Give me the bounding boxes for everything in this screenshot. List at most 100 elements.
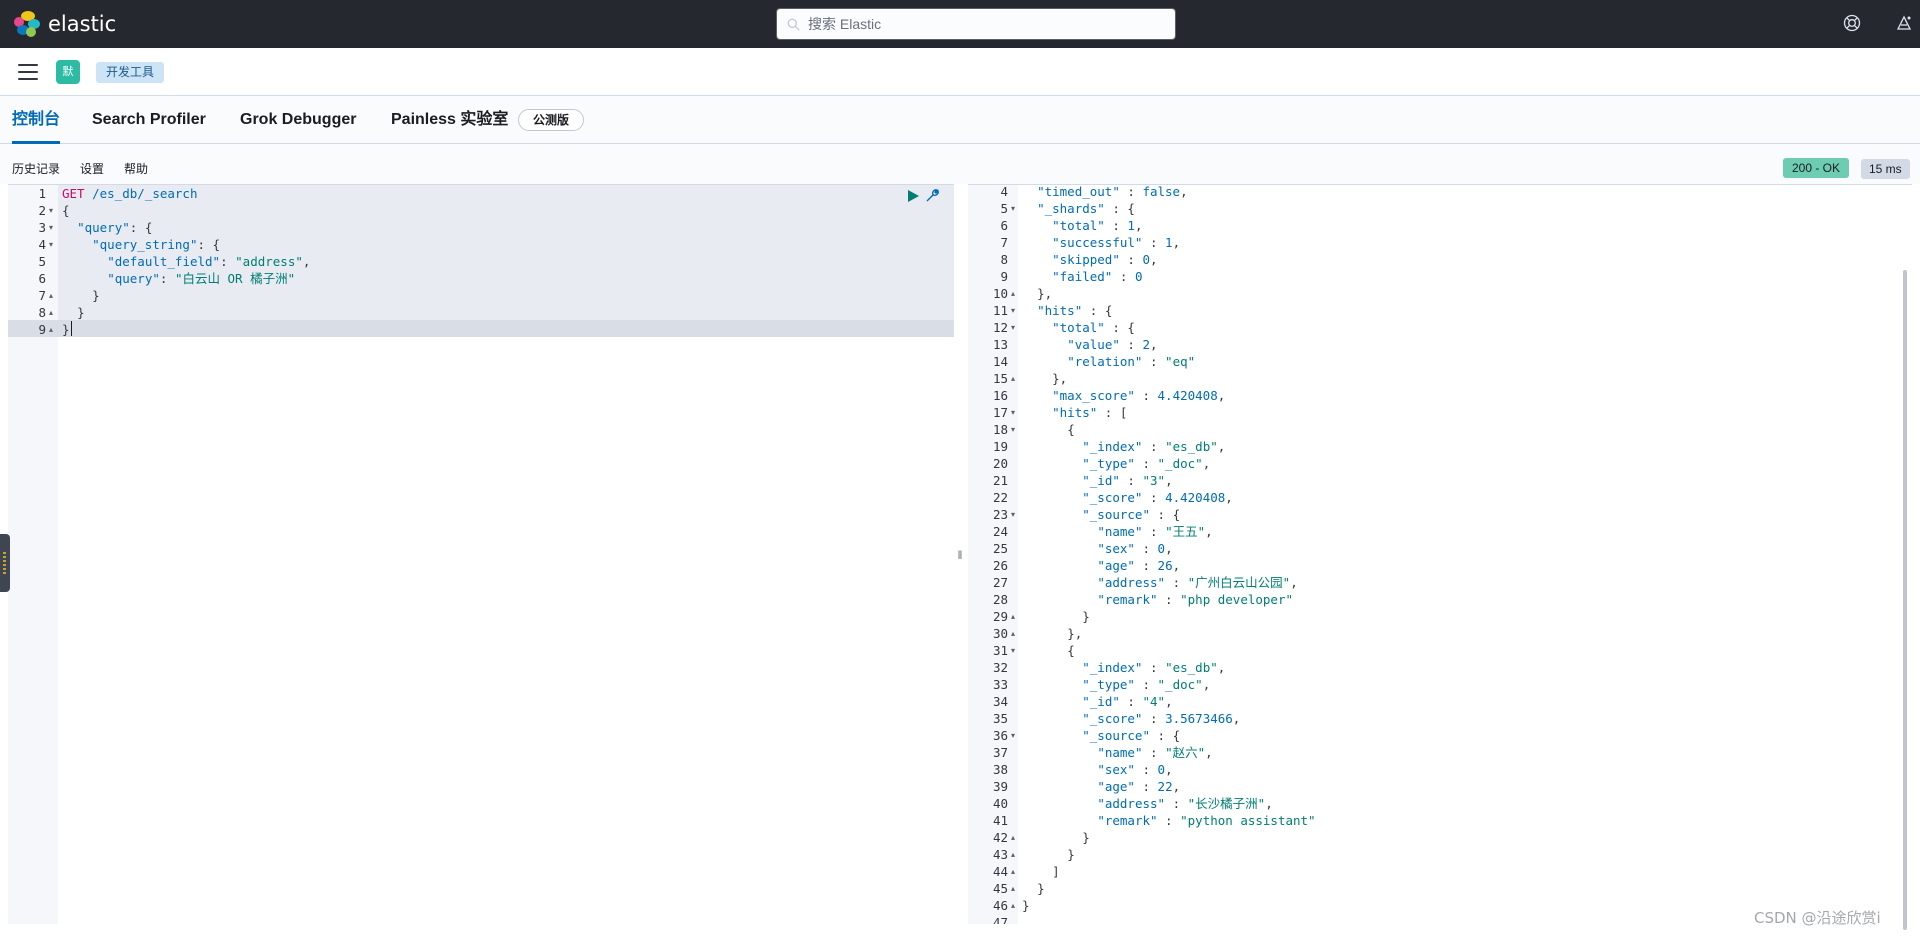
help-link[interactable]: 帮助 — [124, 160, 148, 177]
code-line: "remark" : "python assistant" — [1097, 813, 1316, 828]
tab-grok-debugger[interactable]: Grok Debugger — [240, 96, 356, 144]
line-number: 22 — [992, 490, 1008, 505]
code-line: "address" : "长沙橘子洲", — [1097, 796, 1273, 811]
fold-expand-icon[interactable]: ▴ — [49, 291, 53, 300]
code-line: "_score" : 3.5673466, — [1082, 711, 1241, 726]
code-line: "_id" : "4", — [1082, 694, 1173, 709]
line-number: 3 — [38, 220, 46, 235]
code-line: GET /es_db/_search — [62, 186, 198, 201]
request-actions-wrench-icon[interactable] — [924, 187, 941, 204]
line-number: 38 — [992, 762, 1008, 777]
fold-collapse-icon[interactable]: ▾ — [1011, 204, 1015, 213]
brand-name: elastic — [48, 12, 117, 36]
line-number: 9 — [38, 322, 46, 337]
fold-collapse-icon[interactable]: ▾ — [1011, 425, 1015, 434]
tab-console[interactable]: 控制台 — [12, 96, 61, 144]
code-line: } — [77, 305, 85, 320]
line-number: 36 — [992, 728, 1008, 743]
code-line: "_score" : 4.420408, — [1082, 490, 1233, 505]
code-line: "sex" : 0, — [1097, 762, 1173, 777]
panel-resizer[interactable]: ‖ — [955, 548, 965, 564]
fold-collapse-icon[interactable]: ▾ — [1011, 323, 1015, 332]
tab-painless-lab[interactable]: Painless 实验室 — [391, 96, 508, 144]
code-line: "max_score" : 4.420408, — [1052, 388, 1226, 403]
line-number: 6 — [1000, 218, 1008, 233]
fold-expand-icon[interactable]: ▴ — [1011, 833, 1015, 842]
fold-expand-icon[interactable]: ▴ — [49, 308, 53, 317]
code-line: { — [62, 203, 70, 218]
search-input[interactable] — [808, 16, 1148, 32]
fold-expand-icon[interactable]: ▴ — [1011, 289, 1015, 298]
fold-collapse-icon[interactable]: ▾ — [1011, 306, 1015, 315]
line-number: 29 — [992, 609, 1008, 624]
code-line: { — [1067, 643, 1075, 658]
line-number: 19 — [992, 439, 1008, 454]
fold-expand-icon[interactable]: ▴ — [49, 325, 53, 334]
code-line: "timed_out" : false, — [1037, 184, 1188, 199]
code-line: "skipped" : 0, — [1052, 252, 1158, 267]
request-editor[interactable]: 1 GET /es_db/_search 2 ▾{3 ▾ "query": {4 ▾ "q… — [8, 184, 954, 924]
fold-collapse-icon[interactable]: ▾ — [1011, 510, 1015, 519]
search-icon — [787, 18, 800, 31]
menu-toggle-icon[interactable] — [18, 64, 38, 80]
newsfeed-icon[interactable] — [1895, 14, 1915, 34]
code-line: "_shards" : { — [1037, 201, 1135, 216]
line-number: 32 — [992, 660, 1008, 675]
response-scrollbar[interactable] — [1903, 270, 1907, 930]
code-line: "_id" : "3", — [1082, 473, 1173, 488]
fold-expand-icon[interactable]: ▴ — [1011, 867, 1015, 876]
code-line: "name" : "王五", — [1097, 524, 1213, 539]
fold-collapse-icon[interactable]: ▾ — [49, 206, 53, 215]
line-number: 10 — [992, 286, 1008, 301]
fold-collapse-icon[interactable]: ▾ — [49, 240, 53, 249]
code-line: "hits" : [ — [1052, 405, 1128, 420]
code-line: } — [1082, 830, 1090, 845]
line-number: 28 — [992, 592, 1008, 607]
fold-collapse-icon[interactable]: ▾ — [1011, 646, 1015, 655]
code-line: "failed" : 0 — [1052, 269, 1143, 284]
settings-link[interactable]: 设置 — [80, 160, 104, 177]
line-number: 15 — [992, 371, 1008, 386]
fold-expand-icon[interactable]: ▴ — [1011, 629, 1015, 638]
line-number: 7 — [1000, 235, 1008, 250]
line-number: 31 — [992, 643, 1008, 658]
fold-expand-icon[interactable]: ▴ — [1011, 884, 1015, 893]
code-line: }, — [1052, 371, 1068, 386]
code-line: "relation" : "eq" — [1067, 354, 1196, 369]
fold-collapse-icon[interactable]: ▾ — [49, 223, 53, 232]
line-number: 18 — [992, 422, 1008, 437]
code-line: "hits" : { — [1037, 303, 1113, 318]
global-search[interactable] — [776, 8, 1176, 40]
code-line: }, — [1067, 626, 1083, 641]
fold-expand-icon[interactable]: ▴ — [1011, 850, 1015, 859]
code-line: ] — [1052, 864, 1060, 879]
line-number: 25 — [992, 541, 1008, 556]
breadcrumb-devtools[interactable]: 开发工具 — [96, 62, 165, 83]
breadcrumb-bar: 默 开发工具 — [0, 48, 1920, 96]
history-link[interactable]: 历史记录 — [12, 160, 60, 177]
elastic-logo[interactable]: elastic — [14, 11, 116, 37]
code-line: "query_string": { — [92, 237, 221, 252]
line-number: 44 — [992, 864, 1008, 879]
send-request-icon[interactable] — [906, 189, 920, 203]
code-line: "total" : 1, — [1052, 218, 1143, 233]
code-line: "remark" : "php developer" — [1097, 592, 1294, 607]
fold-collapse-icon[interactable]: ▾ — [1011, 731, 1015, 740]
code-line: } — [62, 322, 70, 337]
help-icon[interactable] — [1843, 14, 1863, 34]
fold-expand-icon[interactable]: ▴ — [1011, 374, 1015, 383]
side-panel-handle[interactable] — [0, 534, 10, 592]
line-number: 5 — [1000, 201, 1008, 216]
tab-search-profiler[interactable]: Search Profiler — [92, 96, 206, 144]
line-number: 39 — [992, 779, 1008, 794]
fold-expand-icon[interactable]: ▴ — [1011, 901, 1015, 910]
fold-collapse-icon[interactable]: ▾ — [1011, 408, 1015, 417]
line-number: 45 — [992, 881, 1008, 896]
fold-expand-icon[interactable]: ▴ — [1011, 612, 1015, 621]
space-avatar[interactable]: 默 — [56, 60, 80, 84]
code-line: "value" : 2, — [1067, 337, 1158, 352]
line-number: 4 — [1000, 184, 1008, 199]
line-number: 6 — [38, 271, 46, 286]
code-line: "_index" : "es_db", — [1082, 439, 1226, 454]
request-time-badge: 15 ms — [1861, 159, 1910, 179]
